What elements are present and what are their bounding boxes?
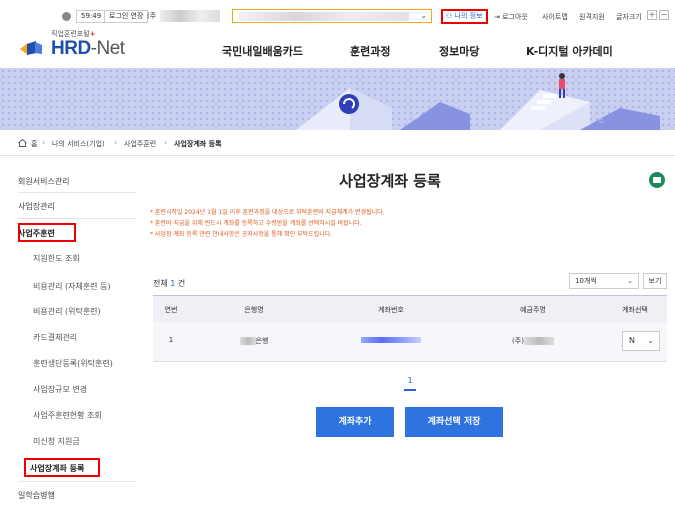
pagination-current[interactable]: 1 [402, 376, 418, 391]
company-prefix: (주 [147, 12, 157, 20]
page-title: 사업장계좌 등록 [339, 172, 441, 190]
col-header-account: 계좌번호 [378, 306, 404, 314]
breadcrumb-home[interactable]: 홈 [31, 139, 37, 149]
chevron-down-icon: ⌄ [647, 336, 654, 345]
my-info-link[interactable]: ⚇ 나의 정보 [441, 9, 488, 24]
col-header-no: 연번 [164, 306, 178, 314]
cell-bank: 은행 [189, 336, 319, 346]
cell-holder: (주) [463, 336, 603, 346]
add-account-button[interactable]: 계좌추가 [316, 407, 394, 437]
hero-banner: ⁘ ⁘ [0, 68, 675, 130]
sidebar-item-work-study[interactable]: 일학습병행 [18, 490, 136, 501]
sidebar-sub-trainee-register[interactable]: 훈련생단등록(위탁훈련) [33, 358, 113, 369]
table-row: 1 은행 (주) [153, 322, 667, 362]
cell-no: 1 [168, 336, 174, 344]
sidebar-sub-size-change[interactable]: 사업장규모 변경 [33, 384, 87, 395]
company-select-redacted [239, 12, 409, 21]
nav-card[interactable]: 국민내일배움카드 [222, 43, 303, 59]
session-timer: 59:49 [76, 10, 107, 23]
logout-icon: ⇥ [494, 13, 500, 21]
chevron-down-icon: ⌄ [420, 11, 427, 20]
hrd-logo-icon[interactable] [19, 40, 43, 57]
col-header-bank: 은행명 [244, 306, 264, 314]
per-page-select[interactable]: 10개씩 ⌄ [569, 273, 639, 289]
breadcrumb-my-service[interactable]: 나의 서비스(기업) [52, 139, 105, 149]
total-count: 전체 1 건 [153, 279, 186, 288]
col-header-holder: 예금주명 [520, 306, 546, 314]
breadcrumb: 홈 › 나의 서비스(기업) › 사업주훈련 › 사업장계좌 등록 [0, 130, 675, 156]
company-select[interactable]: ⌄ [232, 9, 432, 23]
account-select-dropdown[interactable]: N ⌄ [622, 331, 660, 351]
nav-k-digital[interactable]: K-디지털 아카데미 [526, 43, 613, 59]
logout-link[interactable]: ⇥ 로그아웃 [494, 12, 528, 22]
breadcrumb-employer-training[interactable]: 사업주훈련 [124, 139, 156, 149]
chevron-down-icon: ⌄ [627, 277, 633, 285]
banner-illustration: ⁘ ⁘ [296, 73, 660, 130]
sidebar-sub-card-payment[interactable]: 카드결제관리 [33, 332, 77, 343]
notice-line: * 훈련비 지급을 위해 반드시 계좌를 등록하고 수령받을 계좌를 선택하시길… [150, 220, 362, 227]
svg-text:⁘: ⁘ [414, 113, 421, 122]
svg-text:⁘: ⁘ [598, 117, 605, 126]
view-button[interactable]: 보기 [643, 273, 667, 289]
utility-bar: 59:49 로그인 연장 (주 ⌄ ⚇ 나의 정보 ⇥ 로그아웃 사이트맵 원격… [0, 0, 675, 26]
print-icon[interactable] [649, 172, 665, 188]
highlight-box [18, 223, 76, 242]
login-extend-button[interactable]: 로그인 연장 [104, 10, 149, 23]
home-icon[interactable] [18, 139, 27, 147]
sidebar-item-member-service[interactable]: 회원서비스관리 [18, 176, 136, 187]
sidebar-sub-status[interactable]: 사업주훈련현황 조회 [33, 410, 102, 421]
font-size-label: 글자크기 [616, 13, 642, 21]
company-name-redacted [160, 10, 220, 22]
nav-info[interactable]: 정보마당 [439, 43, 479, 59]
sitemap-link[interactable]: 사이트맵 [542, 12, 568, 22]
logo-wordmark[interactable]: HRD-Net [51, 38, 125, 60]
table-header: 연번 은행명 계좌번호 예금주명 계좌선택 [153, 295, 667, 322]
sidebar-sub-unclaimed[interactable]: 미신청 지원금 [33, 436, 80, 447]
chevron-right-icon: › [114, 138, 118, 147]
font-increase-button[interactable]: + [647, 10, 657, 20]
remote-support-link[interactable]: 원격지원 [579, 12, 605, 22]
nav-courses[interactable]: 훈련과정 [350, 43, 390, 59]
breadcrumb-current: 사업장계좌 등록 [174, 140, 222, 148]
sidebar-sub-support-limit[interactable]: 지원한도 조회 [33, 253, 80, 264]
notice-line: * 훈련시작일 2024년 1월 1일 이후 훈련과정을 대상으로 위탁훈련비 … [150, 209, 385, 216]
chevron-right-icon: › [164, 138, 168, 147]
sidebar-sub-cost-self[interactable]: 비용관리 (자체훈련 등) [33, 281, 111, 292]
sidebar-sub-cost-consign[interactable]: 비용관리 (위탁훈련) [33, 306, 101, 317]
cell-account-redacted [319, 336, 463, 344]
highlight-box [24, 458, 100, 477]
font-decrease-button[interactable]: − [659, 10, 669, 20]
user-icon: ⚇ [446, 12, 453, 20]
sidebar-item-workplace[interactable]: 사업장관리 [18, 201, 136, 212]
clock-icon [62, 12, 71, 21]
save-account-selection-button[interactable]: 계좌선택 저장 [405, 407, 503, 437]
notice-line: * 사업장 계좌 등록 관련 안내사항은 공지사항을 통해 확인 부탁드립니다. [150, 231, 333, 238]
chevron-right-icon: › [42, 138, 46, 147]
col-header-select: 계좌선택 [622, 306, 648, 314]
